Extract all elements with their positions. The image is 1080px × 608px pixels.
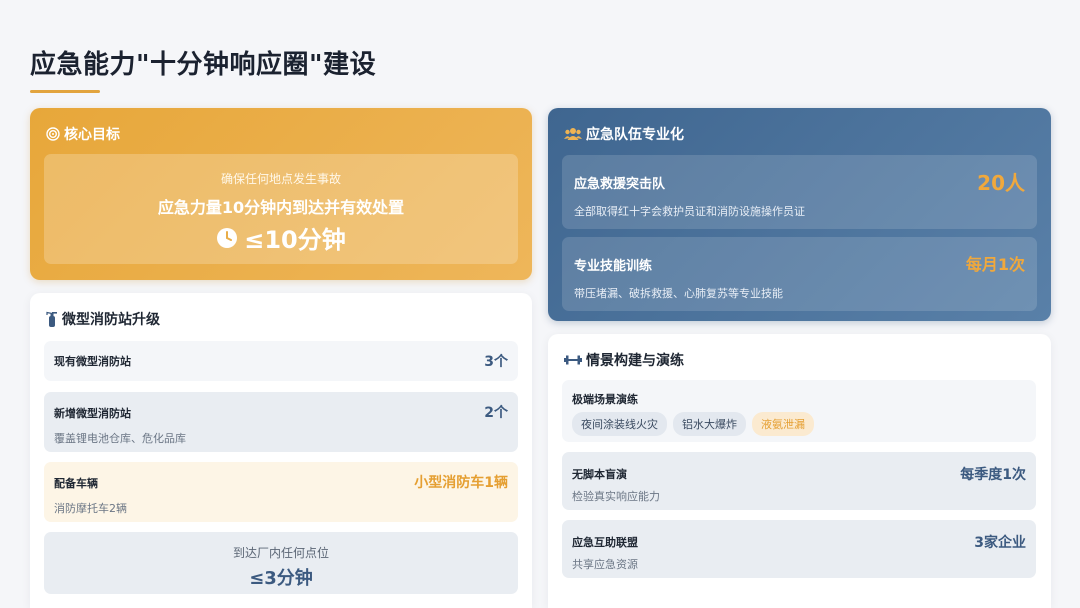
scenario-chip: 夜间涂装线火灾: [572, 412, 667, 436]
scenario-heading: 情景构建与演练: [564, 350, 684, 370]
reach-time-panel: 到达厂内任何点位 ≤3分钟: [44, 532, 518, 594]
list-item: 无脚本盲演 检验真实响应能力 每季度1次: [562, 452, 1036, 510]
scenario-chip: 铝水大爆炸: [673, 412, 746, 436]
team-item-value: 20人: [977, 171, 1025, 195]
station-row-name: 新增微型消防站: [54, 407, 131, 420]
team-icon: [564, 127, 582, 141]
list-item: 应急互助联盟 共享应急资源 3家企业: [562, 520, 1036, 578]
station-row-desc: 覆盖锂电池仓库、危化品库: [54, 432, 186, 445]
station-row-desc: 消防摩托车2辆: [54, 502, 127, 515]
core-target-big: ≤10分钟: [44, 220, 518, 255]
target-icon: [46, 127, 60, 141]
reach-time-sub: 到达厂内任何点位: [232, 546, 329, 560]
scenario-row-name: 极端场景演练: [572, 393, 638, 406]
station-row-name: 现有微型消防站: [54, 355, 131, 368]
fire-extinguisher-icon: [46, 311, 58, 327]
scenario-row-name: 无脚本盲演: [572, 468, 627, 481]
fire-station-heading-text: 微型消防站升级: [62, 312, 160, 328]
list-item: 新增微型消防站 覆盖锂电池仓库、危化品库 2个: [44, 392, 518, 452]
scenario-chip: 液氨泄漏: [752, 412, 814, 436]
page-title: 应急能力"十分钟响应圈"建设: [30, 50, 377, 80]
scenario-row-value: 3家企业: [974, 535, 1026, 551]
core-target-heading-text: 核心目标: [64, 127, 120, 143]
team-item-name: 专业技能训练: [574, 259, 653, 274]
station-row-value: 小型消防车1辆: [414, 475, 508, 491]
team-card: 应急队伍专业化 应急救援突击队 全部取得红十字会救护员证和消防设施操作员证 20…: [548, 108, 1051, 321]
core-target-main: 应急力量10分钟内到达并有效处置: [157, 198, 405, 217]
team-item-desc: 全部取得红十字会救护员证和消防设施操作员证: [574, 205, 805, 218]
scenario-card: 情景构建与演练 极端场景演练 夜间涂装线火灾 铝水大爆炸 液氨泄漏 无脚本盲演 …: [548, 334, 1051, 608]
scenario-row-value: 每季度1次: [960, 467, 1026, 483]
core-target-card: 核心目标 确保任何地点发生事故 应急力量10分钟内到达并有效处置 ≤10分钟: [30, 108, 532, 280]
list-item: 现有微型消防站 3个: [44, 341, 518, 381]
scenario-row-name: 应急互助联盟: [572, 536, 638, 549]
team-item-name: 应急救援突击队: [574, 177, 666, 192]
team-heading: 应急队伍专业化: [564, 124, 684, 144]
list-item: 极端场景演练 夜间涂装线火灾 铝水大爆炸 液氨泄漏: [562, 380, 1036, 442]
team-item: 专业技能训练 带压堵漏、破拆救援、心肺复苏等专业技能 每月1次: [562, 237, 1037, 311]
team-item: 应急救援突击队 全部取得红十字会救护员证和消防设施操作员证 20人: [562, 155, 1037, 229]
scenario-heading-text: 情景构建与演练: [586, 353, 684, 369]
station-row-value: 2个: [484, 405, 508, 421]
title-underline: [30, 90, 100, 93]
core-target-big-text: ≤10分钟: [244, 226, 346, 254]
scenario-row-desc: 检验真实响应能力: [572, 490, 660, 503]
team-item-value: 每月1次: [965, 255, 1025, 274]
core-target-heading: 核心目标: [46, 124, 120, 144]
fire-station-heading: 微型消防站升级: [46, 309, 160, 329]
scenario-chips: 夜间涂装线火灾 铝水大爆炸 液氨泄漏: [572, 412, 814, 436]
reach-time-big: ≤3分钟: [249, 568, 313, 589]
station-row-value: 3个: [484, 354, 508, 370]
dumbbell-icon: [564, 354, 582, 366]
scenario-row-desc: 共享应急资源: [572, 558, 638, 571]
core-target-sub: 确保任何地点发生事故: [220, 172, 341, 186]
station-row-name: 配备车辆: [54, 477, 98, 490]
clock-icon: [216, 227, 238, 249]
team-item-desc: 带压堵漏、破拆救援、心肺复苏等专业技能: [574, 287, 783, 300]
team-heading-text: 应急队伍专业化: [586, 127, 684, 143]
core-target-panel: 确保任何地点发生事故 应急力量10分钟内到达并有效处置 ≤10分钟: [44, 154, 518, 264]
fire-station-card: 微型消防站升级 现有微型消防站 3个 新增微型消防站 覆盖锂电池仓库、危化品库 …: [30, 293, 532, 608]
list-item: 配备车辆 消防摩托车2辆 小型消防车1辆: [44, 462, 518, 522]
page: 应急能力"十分钟响应圈"建设 核心目标 确保任何地点发生事故 应急力量10分钟内…: [0, 0, 1080, 608]
